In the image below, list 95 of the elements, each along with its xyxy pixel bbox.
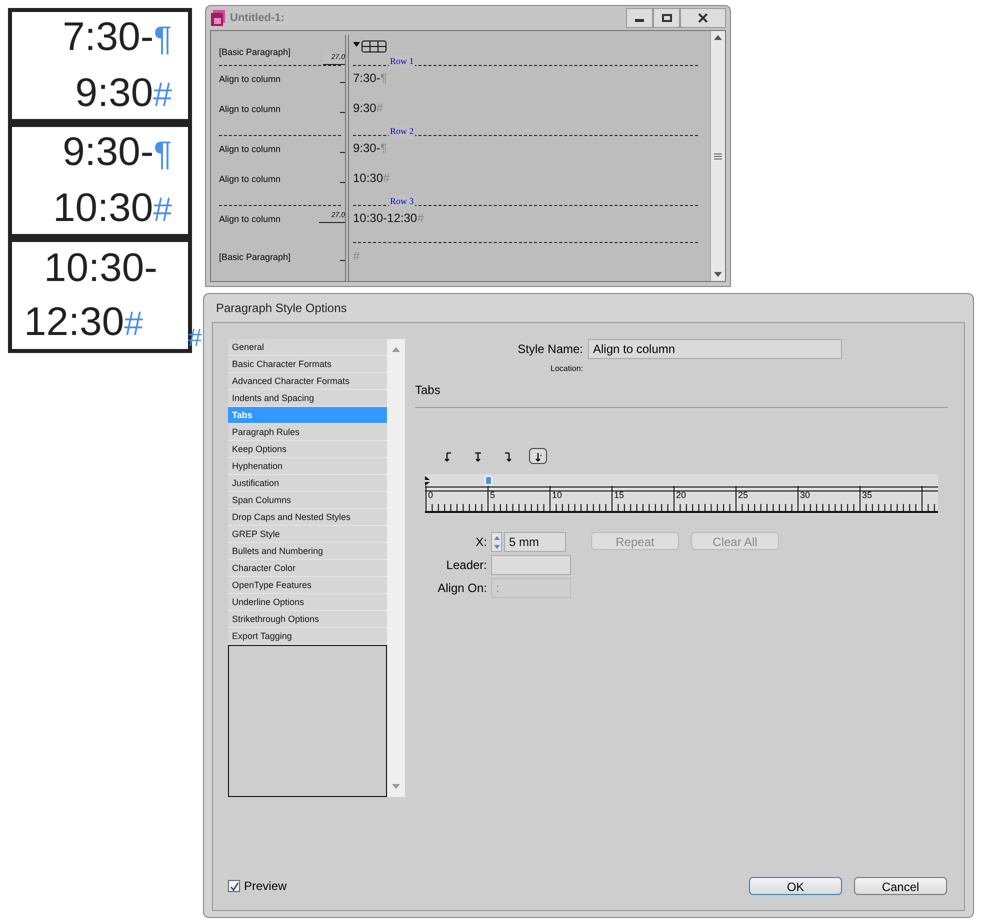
preview-label: Preview bbox=[244, 878, 287, 895]
field-label: Align On: bbox=[436, 580, 487, 597]
ruler-label: 35 bbox=[862, 491, 872, 500]
x-position-field[interactable]: 5 mm bbox=[504, 532, 566, 552]
frame-text: 10:30 bbox=[52, 184, 154, 232]
tab-alignment-icon bbox=[474, 450, 482, 462]
leader-field[interactable] bbox=[491, 555, 571, 575]
story-text: 9:30 bbox=[353, 100, 376, 117]
hidden-character-mark: ¶ bbox=[154, 18, 172, 60]
category-item[interactable]: Export Tagging bbox=[228, 628, 387, 645]
scroll-down-icon bbox=[392, 784, 400, 789]
spinner-arrows[interactable] bbox=[491, 532, 502, 552]
hidden-character-mark: # bbox=[353, 248, 360, 265]
category-item[interactable]: Hyphenation bbox=[228, 458, 387, 475]
category-item[interactable]: OpenType Features bbox=[228, 577, 387, 594]
story-text: 10:30 bbox=[353, 170, 384, 187]
ruler-label: 20 bbox=[676, 491, 686, 500]
style-name: Align to column bbox=[219, 213, 281, 226]
preview-checkbox[interactable] bbox=[228, 880, 240, 892]
hidden-character-mark: # bbox=[376, 100, 384, 117]
style-name: Align to column bbox=[219, 173, 281, 186]
story-text: 10:30-12:30 bbox=[353, 210, 418, 227]
table-row-label: Row 3 bbox=[389, 195, 415, 208]
ruler-label: 15 bbox=[614, 491, 624, 500]
category-item[interactable]: Indents and Spacing bbox=[228, 390, 387, 407]
category-item[interactable]: Strikethrough Options bbox=[228, 611, 387, 628]
frame-text: 12:30 bbox=[24, 298, 124, 346]
check-icon bbox=[230, 882, 238, 890]
tab-alignment-button[interactable] bbox=[529, 448, 547, 464]
table-row-label: Row 2 bbox=[389, 125, 415, 138]
hidden-character-mark: # bbox=[153, 190, 172, 230]
indent-marker-icon bbox=[425, 476, 431, 486]
hidden-character-mark: # bbox=[417, 210, 424, 227]
style-name: Align to column bbox=[219, 103, 281, 116]
style-name: [Basic Paragraph] bbox=[219, 47, 291, 57]
style-name-label: Style Name: bbox=[516, 341, 583, 358]
style-name: Align to column bbox=[219, 73, 281, 86]
category-item[interactable]: Advanced Character Formats bbox=[228, 373, 387, 390]
category-item[interactable]: Bullets and Numbering bbox=[228, 543, 387, 560]
tab-alignment-icon bbox=[534, 450, 542, 462]
ruler-label: 5 bbox=[490, 491, 496, 500]
field-label: Leader: bbox=[445, 557, 487, 574]
category-item[interactable]: GREP Style bbox=[228, 526, 387, 543]
frame-text: 9:30 bbox=[75, 70, 154, 116]
maximize-button[interactable] bbox=[653, 8, 680, 28]
dialog-title: Paragraph Style Options bbox=[216, 300, 347, 317]
scroll-grip-icon bbox=[714, 152, 722, 160]
tab-alignment-icon bbox=[444, 450, 452, 462]
location-label: Location: bbox=[550, 363, 583, 375]
category-item[interactable]: General bbox=[228, 339, 387, 356]
style-name: [Basic Paragraph] bbox=[219, 251, 291, 264]
style-name-field[interactable]: Align to column bbox=[588, 339, 842, 359]
category-item[interactable]: Justification bbox=[228, 475, 387, 492]
window-title: Untitled-1: bbox=[230, 10, 286, 26]
scrollbar[interactable] bbox=[710, 31, 725, 281]
scroll-down-icon bbox=[714, 272, 722, 277]
minimize-button[interactable] bbox=[626, 8, 653, 28]
ruler-label: 30 bbox=[800, 491, 810, 500]
frame-text: 10:30- bbox=[44, 244, 158, 292]
hidden-character-mark: ¶ bbox=[380, 70, 387, 87]
tab-alignment-icon bbox=[504, 450, 512, 462]
category-item[interactable]: Underline Options bbox=[228, 594, 387, 611]
tab-ruler[interactable]: 0 5 10 15 20 25 30 35 bbox=[425, 474, 938, 514]
story-text: 7:30- bbox=[353, 70, 380, 87]
category-item[interactable]: Character Color bbox=[228, 560, 387, 577]
hidden-character-mark: ¶ bbox=[380, 140, 387, 157]
category-item[interactable]: Paragraph Rules bbox=[228, 424, 387, 441]
cancel-button[interactable]: Cancel bbox=[854, 877, 947, 895]
ok-button[interactable]: OK bbox=[749, 877, 842, 895]
scroll-up-icon bbox=[392, 347, 400, 352]
field-label: X: bbox=[474, 534, 487, 551]
style-name: Align to column bbox=[219, 143, 281, 156]
app-icon bbox=[210, 10, 226, 26]
hidden-character-mark: ¶ bbox=[154, 134, 172, 174]
category-item[interactable]: Keep Options bbox=[228, 441, 387, 458]
hidden-character-mark: # bbox=[383, 170, 390, 187]
frame-text: 7:30- bbox=[62, 14, 154, 60]
ruler-label: 0 bbox=[428, 491, 434, 500]
table-icon bbox=[353, 39, 387, 53]
section-title: Tabs bbox=[415, 382, 442, 399]
category-item[interactable]: Basic Character Formats bbox=[228, 356, 387, 373]
frame-text: 9:30- bbox=[62, 128, 154, 176]
ruler-label: 10 bbox=[552, 491, 562, 500]
story-text: 9:30- bbox=[353, 140, 380, 157]
hidden-character-mark: # bbox=[153, 74, 172, 116]
hidden-character-mark: # bbox=[124, 304, 144, 344]
tab-stop-marker[interactable] bbox=[485, 476, 492, 485]
scroll-up-icon bbox=[714, 35, 722, 40]
close-icon bbox=[698, 13, 708, 23]
close-button[interactable] bbox=[680, 8, 726, 28]
category-item[interactable]: Span Columns bbox=[228, 492, 387, 509]
list-scrollbar[interactable] bbox=[387, 339, 405, 797]
category-item[interactable]: Drop Caps and Nested Styles bbox=[228, 509, 387, 526]
table-row-label: Row 1 bbox=[389, 55, 415, 68]
ruler-label: 25 bbox=[738, 491, 748, 500]
